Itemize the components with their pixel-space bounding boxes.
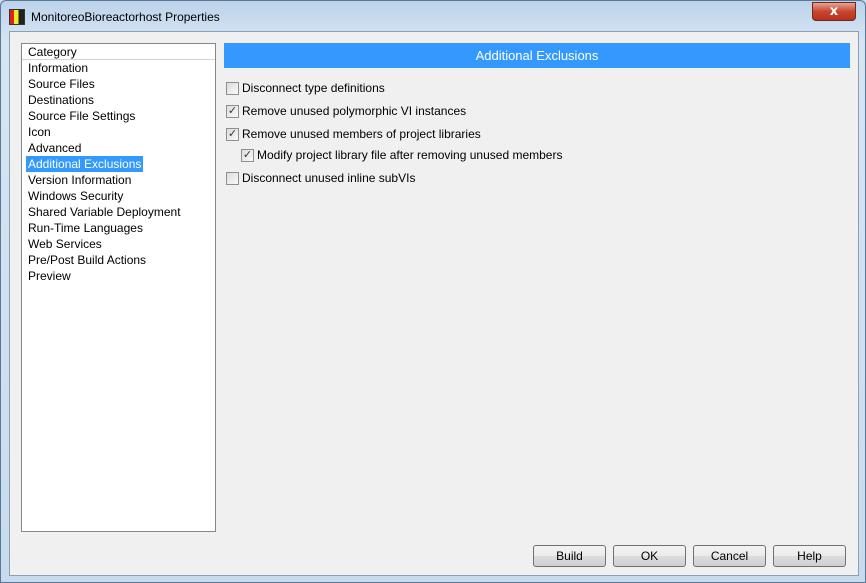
- option-remove-unused-polymorphic[interactable]: ✓ Remove unused polymorphic VI instances: [226, 104, 466, 118]
- checkbox[interactable]: ✓: [241, 148, 254, 162]
- properties-dialog: MonitoreoBioreactorhost Properties x Cat…: [0, 0, 866, 583]
- category-item[interactable]: Web Services: [22, 236, 102, 252]
- build-button[interactable]: Build: [533, 545, 606, 567]
- category-item[interactable]: Pre/Post Build Actions: [22, 252, 146, 268]
- title-bar: MonitoreoBioreactorhost Properties: [9, 7, 220, 27]
- category-item[interactable]: Source Files: [22, 76, 95, 92]
- window-title: MonitoreoBioreactorhost Properties: [31, 10, 220, 24]
- option-label: Remove unused polymorphic VI instances: [242, 104, 467, 118]
- category-header: Category: [22, 44, 215, 60]
- panel-title: Additional Exclusions: [224, 43, 850, 68]
- category-item[interactable]: Advanced: [22, 140, 81, 156]
- checkbox[interactable]: ✓: [226, 104, 239, 118]
- option-disconnect-inline-subvis[interactable]: Disconnect unused inline subVIs: [226, 171, 415, 185]
- category-item[interactable]: Icon: [22, 124, 51, 140]
- labview-app-icon: [9, 9, 25, 25]
- option-disconnect-type-definitions[interactable]: Disconnect type definitions: [226, 81, 385, 95]
- checkbox[interactable]: ✓: [226, 127, 239, 141]
- option-label: Modify project library file after removi…: [257, 148, 563, 162]
- category-item[interactable]: Additional Exclusions: [26, 156, 144, 172]
- option-modify-library-file[interactable]: ✓ Modify project library file after remov…: [241, 148, 562, 162]
- dialog-body: Category Information Source Files Destinat…: [9, 31, 859, 576]
- option-label: Disconnect type definitions: [242, 81, 385, 95]
- checkbox[interactable]: [226, 81, 239, 95]
- category-item[interactable]: Version Information: [22, 172, 131, 188]
- category-item[interactable]: Information: [22, 60, 88, 76]
- category-item[interactable]: Destinations: [22, 92, 94, 108]
- category-list[interactable]: Category Information Source Files Destinat…: [21, 43, 216, 532]
- category-item[interactable]: Preview: [22, 268, 71, 284]
- checkbox[interactable]: [226, 171, 239, 185]
- category-item[interactable]: Source File Settings: [22, 108, 135, 124]
- ok-button[interactable]: OK: [613, 545, 686, 567]
- category-item[interactable]: Windows Security: [22, 188, 123, 204]
- option-label: Remove unused members of project librari…: [242, 127, 481, 141]
- option-remove-unused-members[interactable]: ✓ Remove unused members of project librar…: [226, 127, 481, 141]
- option-label: Disconnect unused inline subVIs: [242, 171, 416, 185]
- cancel-button[interactable]: Cancel: [693, 545, 766, 567]
- close-button[interactable]: x: [812, 2, 856, 21]
- category-item[interactable]: Shared Variable Deployment: [22, 204, 181, 220]
- category-item[interactable]: Run-Time Languages: [22, 220, 143, 236]
- help-button[interactable]: Help: [773, 545, 846, 567]
